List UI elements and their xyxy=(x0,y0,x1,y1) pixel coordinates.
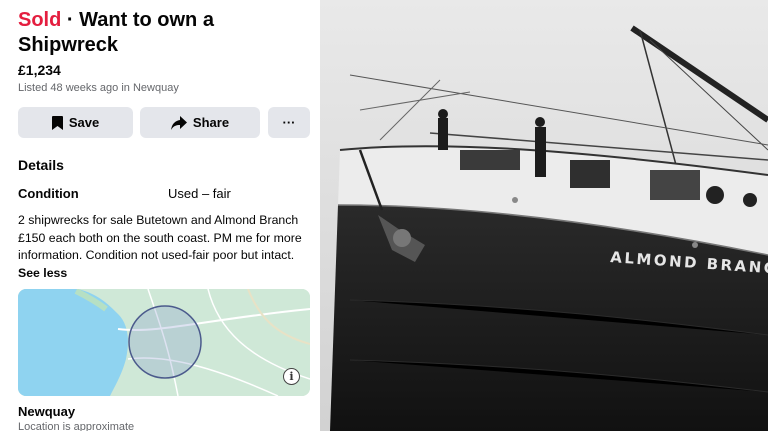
map-graphic xyxy=(18,289,310,396)
listing-title: Sold · Want to own a Shipwreck xyxy=(18,8,308,58)
save-label: Save xyxy=(68,115,100,130)
sold-badge: Sold xyxy=(18,9,62,31)
details-heading: Details xyxy=(18,157,64,173)
title-separator: · xyxy=(66,9,74,31)
listing-price: £1,234 xyxy=(18,62,61,78)
approximate-area-circle xyxy=(128,305,202,379)
share-button[interactable]: Share xyxy=(140,107,260,138)
bookmark-icon xyxy=(51,115,63,130)
location-note: Location is approximate xyxy=(18,421,135,431)
description: 2 shipwrecks for sale Butetown and Almon… xyxy=(18,212,312,282)
share-arrow-icon xyxy=(170,115,187,130)
condition-label: Condition xyxy=(18,186,79,201)
more-options-button[interactable]: ··· xyxy=(268,107,310,138)
listing-panel: Sold · Want to own a Shipwreck £1,234 Li… xyxy=(0,0,320,431)
share-label: Share xyxy=(192,115,230,130)
ship-photo-graphic: ALMOND BRANCH xyxy=(320,0,768,431)
info-icon[interactable]: i xyxy=(283,368,300,385)
description-text: 2 shipwrecks for sale Butetown and Almon… xyxy=(18,213,302,262)
ship-photo[interactable]: ALMOND BRANCH xyxy=(320,0,768,431)
location-map[interactable]: i xyxy=(18,289,310,396)
condition-value: Used – fair xyxy=(168,186,231,201)
location-name: Newquay xyxy=(18,404,76,419)
see-less-link[interactable]: See less xyxy=(18,266,67,280)
listing-meta: Listed 48 weeks ago in Newquay xyxy=(18,82,179,94)
save-button[interactable]: Save xyxy=(18,107,133,138)
more-dots-icon: ··· xyxy=(282,115,296,130)
